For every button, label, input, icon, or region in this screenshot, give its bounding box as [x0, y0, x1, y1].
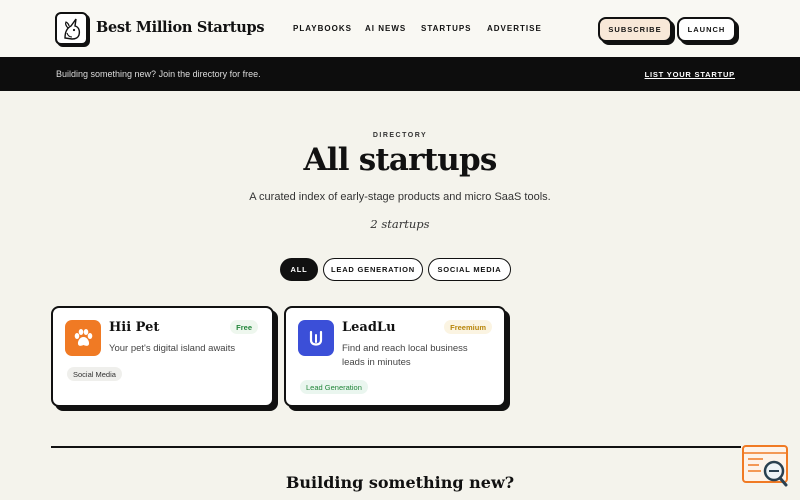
price-badge: Free [230, 320, 258, 334]
card-description: Your pet's digital island awaits [109, 343, 236, 354]
startup-card-hii-pet[interactable]: Hii Pet Free Your pet's digital island a… [51, 306, 274, 407]
startup-count: 2 startups [370, 217, 430, 231]
price-badge: Freemium [444, 320, 492, 334]
section-divider [51, 446, 741, 448]
filter-all[interactable]: ALL [280, 258, 318, 281]
feedback-search-icon[interactable] [741, 444, 791, 488]
nav-advertise[interactable]: ADVERTISE [487, 24, 542, 33]
announcement-banner: Building something new? Join the directo… [0, 57, 800, 91]
filter-social-media[interactable]: SOCIAL MEDIA [428, 258, 511, 281]
subscribe-button[interactable]: SUBSCRIBE [598, 17, 672, 42]
nav-playbooks[interactable]: PLAYBOOKS [293, 24, 352, 33]
brand-name[interactable]: Best Million Startups [96, 19, 264, 36]
site-header: Best Million Startups PLAYBOOKS AI NEWS … [0, 0, 800, 57]
category-tag[interactable]: Lead Generation [300, 380, 368, 394]
filter-lead-generation[interactable]: LEAD GENERATION [323, 258, 423, 281]
banner-text: Building something new? Join the directo… [56, 69, 261, 79]
launch-button[interactable]: LAUNCH [677, 17, 736, 42]
list-your-startup-link[interactable]: LIST YOUR STARTUP [645, 70, 735, 79]
page-subtitle: A curated index of early-stage products … [249, 191, 551, 203]
startup-card-leadlu[interactable]: LeadLu Freemium Find and reach local bus… [284, 306, 506, 407]
card-name[interactable]: LeadLu [342, 320, 396, 335]
unicorn-logo-icon[interactable] [55, 12, 88, 45]
card-description: Find and reach local business leads in m… [342, 343, 468, 368]
section-eyebrow: DIRECTORY [372, 132, 428, 139]
card-name[interactable]: Hii Pet [109, 320, 159, 335]
cta-heading: Building something new? [285, 473, 515, 492]
paw-icon [65, 320, 101, 356]
nav-startups[interactable]: STARTUPS [421, 24, 472, 33]
leadlu-logo-icon [298, 320, 334, 356]
nav-ai-news[interactable]: AI NEWS [365, 24, 406, 33]
page-title: All startups [303, 142, 498, 178]
category-tag[interactable]: Social Media [67, 367, 122, 381]
